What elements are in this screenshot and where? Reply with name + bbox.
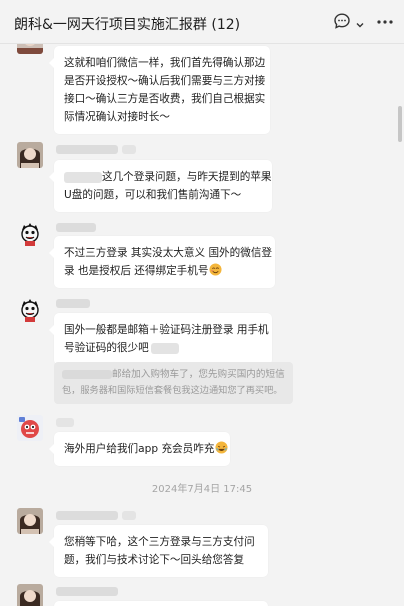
message-list[interactable]: 这就和咱们微信一样，我们首先得确认那边 是否开设授权～确认后我们需要与三方对接 …	[0, 44, 404, 606]
sender-name-redacted	[56, 299, 90, 308]
avatar[interactable]	[17, 296, 43, 322]
message-bubble[interactable]: 这几个登录问题，与昨天提到的苹果 U盘的问题，可以和我们售前沟通下～	[49, 160, 272, 212]
message-bubble[interactable]: 不过三方登录 其实没太大意义 国外的微信登 录 也是授权后 还得绑定手机号	[49, 236, 275, 288]
message-text: 国外一般都是邮箱＋验证码注册登录 用手机	[64, 324, 269, 336]
message-text: 海外用户给我们app 充会员咋充	[64, 440, 228, 458]
sender-name-redacted	[56, 418, 74, 427]
message-bubble[interactable]: 这就和咱们微信一样，我们首先得确认那边 是否开设授权～确认后我们需要与三方对接 …	[49, 46, 270, 134]
redacted-text	[62, 369, 112, 379]
quote-text: 包，服务器和国际短信套餐包我这边通知您了再买吧。	[62, 385, 283, 396]
message-bubble[interactable]: 您稍等下哈，这个三方登录与三方支付问 题，我们与技术讨论下～回头给您答复	[49, 525, 268, 577]
emoji-icon	[215, 441, 228, 454]
message-bubble[interactable]	[54, 601, 268, 606]
avatar[interactable]	[17, 508, 43, 534]
message-text: 号验证码的很少吧	[64, 342, 149, 354]
avatar[interactable]	[17, 584, 43, 606]
redacted-text	[64, 171, 102, 183]
sender-name-redacted	[56, 223, 96, 232]
avatar[interactable]	[17, 44, 43, 54]
message-text: 不过三方登录 其实没太大意义 国外的微信登	[64, 247, 273, 259]
message-text: 这几个登录问题，与昨天提到的苹果	[64, 168, 272, 186]
message-text: 海外用户给我们app 充会员咋充	[64, 443, 215, 455]
message-text: 您稍等下哈，这个三方登录与三方支付问	[64, 536, 255, 548]
quoted-message[interactable]: 邮给加入购物车了，您先购买国内的短信 包，服务器和国际短信套餐包我这边通知您了再…	[54, 362, 293, 404]
message-bubble[interactable]: 海外用户给我们app 充会员咋充	[49, 432, 230, 466]
chat-header: 朗科&一网天行项目实施汇报群 (12)	[0, 0, 404, 44]
timestamp: 2024年7月4日 17:45	[151, 484, 253, 495]
sender-name-redacted	[56, 587, 118, 596]
quote-text: 邮给加入购物车了，您先购买国内的短信	[62, 367, 285, 383]
chat-bubble-icon[interactable]	[333, 12, 351, 34]
avatar[interactable]	[17, 415, 43, 441]
avatar[interactable]	[17, 220, 43, 246]
message-text: 是否开设授权～确认后我们需要与三方对接	[64, 75, 266, 87]
message-text: 这就和咱们微信一样，我们首先得确认那边	[64, 57, 266, 69]
message-text: 接口～确认三方是否收费，我们自己根据实	[64, 93, 266, 105]
quote-text: 邮给加入购物车了，您先购买国内的短信	[112, 369, 285, 380]
scrollbar[interactable]	[398, 106, 402, 142]
emoji-icon	[209, 263, 222, 276]
sender-name-redacted	[56, 145, 118, 154]
message-text: 号验证码的很少吧	[64, 339, 262, 357]
redacted-text	[150, 342, 179, 354]
message-bubble[interactable]: 国外一般都是邮箱＋验证码注册登录 用手机 号验证码的很少吧	[49, 313, 272, 365]
chevron-down-icon[interactable]	[355, 15, 365, 34]
message-text: 题，我们与技术讨论下～回头给您答复	[64, 554, 245, 566]
avatar[interactable]	[17, 142, 43, 168]
message-text: U盘的问题，可以和我们售前沟通下～	[64, 189, 242, 201]
sender-name-redacted	[122, 511, 136, 520]
message-text: 录 也是授权后 还得绑定手机号	[64, 262, 265, 280]
message-text: 这几个登录问题，与昨天提到的苹果	[102, 171, 272, 183]
message-text: 录 也是授权后 还得绑定手机号	[64, 265, 209, 277]
more-icon[interactable]	[376, 14, 394, 33]
message-text: 际情况确认对接时长～	[64, 111, 170, 123]
chat-title: 朗科&一网天行项目实施汇报群 (12)	[14, 17, 241, 33]
sender-name-redacted	[122, 145, 136, 154]
sender-name-redacted	[56, 511, 118, 520]
